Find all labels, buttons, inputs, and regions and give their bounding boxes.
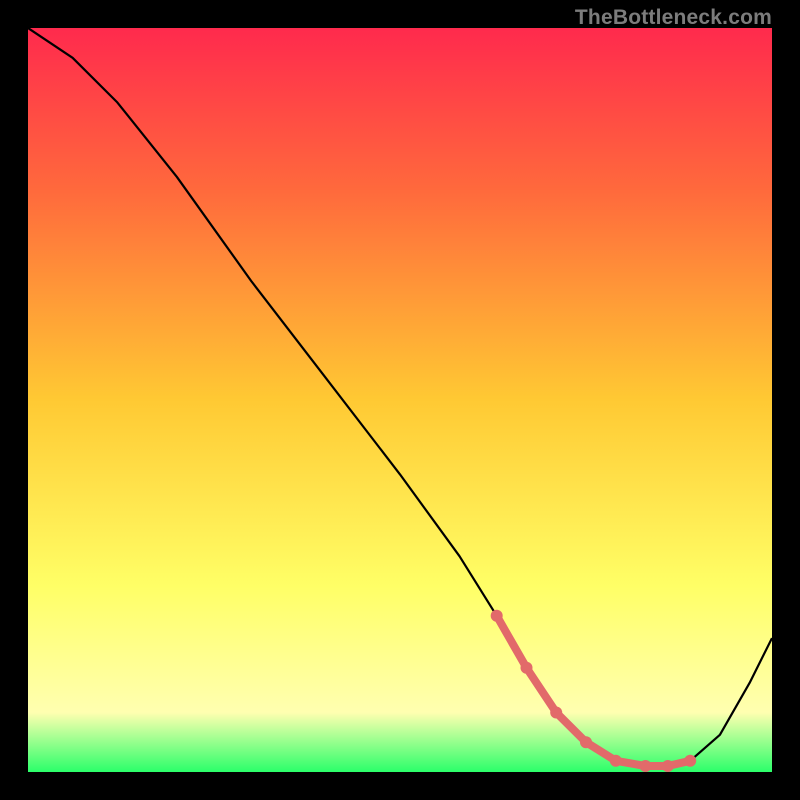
optimal-range-dot: [580, 736, 592, 748]
chart-frame: [28, 28, 772, 772]
optimal-range-dot: [491, 610, 503, 622]
watermark-text: TheBottleneck.com: [575, 6, 772, 30]
optimal-range-dot: [662, 760, 674, 772]
optimal-range-dot: [521, 662, 533, 674]
optimal-range-dot: [640, 760, 652, 772]
bottleneck-chart: [28, 28, 772, 772]
gradient-background: [28, 28, 772, 772]
optimal-range-dot: [610, 755, 622, 767]
optimal-range-dot: [550, 707, 562, 719]
optimal-range-dot: [684, 755, 696, 767]
